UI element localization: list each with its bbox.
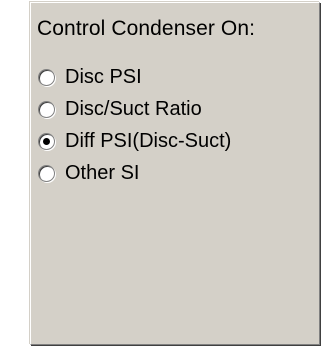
radio-option-disc-suct-ratio[interactable]: Disc/Suct Ratio bbox=[38, 93, 231, 125]
screen: e t Control Condenser On: Disc PSI Disc/… bbox=[0, 0, 331, 349]
radio-option-label[interactable]: Disc PSI bbox=[65, 66, 142, 89]
radio-button[interactable] bbox=[38, 164, 55, 182]
radio-button[interactable] bbox=[38, 132, 55, 150]
radio-button[interactable] bbox=[38, 100, 55, 118]
radio-button[interactable] bbox=[38, 68, 55, 86]
radio-option-label[interactable]: Disc/Suct Ratio bbox=[65, 98, 202, 121]
radio-option-diff-psi[interactable]: Diff PSI(Disc-Suct) bbox=[38, 125, 231, 157]
radio-option-disc-psi[interactable]: Disc PSI bbox=[38, 61, 231, 93]
radio-option-other-si[interactable]: Other SI bbox=[38, 157, 231, 189]
radio-option-list: Disc PSI Disc/Suct Ratio Diff PSI(Disc-S… bbox=[38, 61, 231, 189]
radio-selected-dot bbox=[43, 137, 50, 145]
radio-option-label[interactable]: Other SI bbox=[65, 162, 139, 185]
radio-option-label[interactable]: Diff PSI(Disc-Suct) bbox=[65, 130, 231, 153]
group-title: Control Condenser On: bbox=[37, 17, 256, 40]
control-condenser-group-panel: Control Condenser On: Disc PSI Disc/Suct… bbox=[30, 2, 320, 345]
